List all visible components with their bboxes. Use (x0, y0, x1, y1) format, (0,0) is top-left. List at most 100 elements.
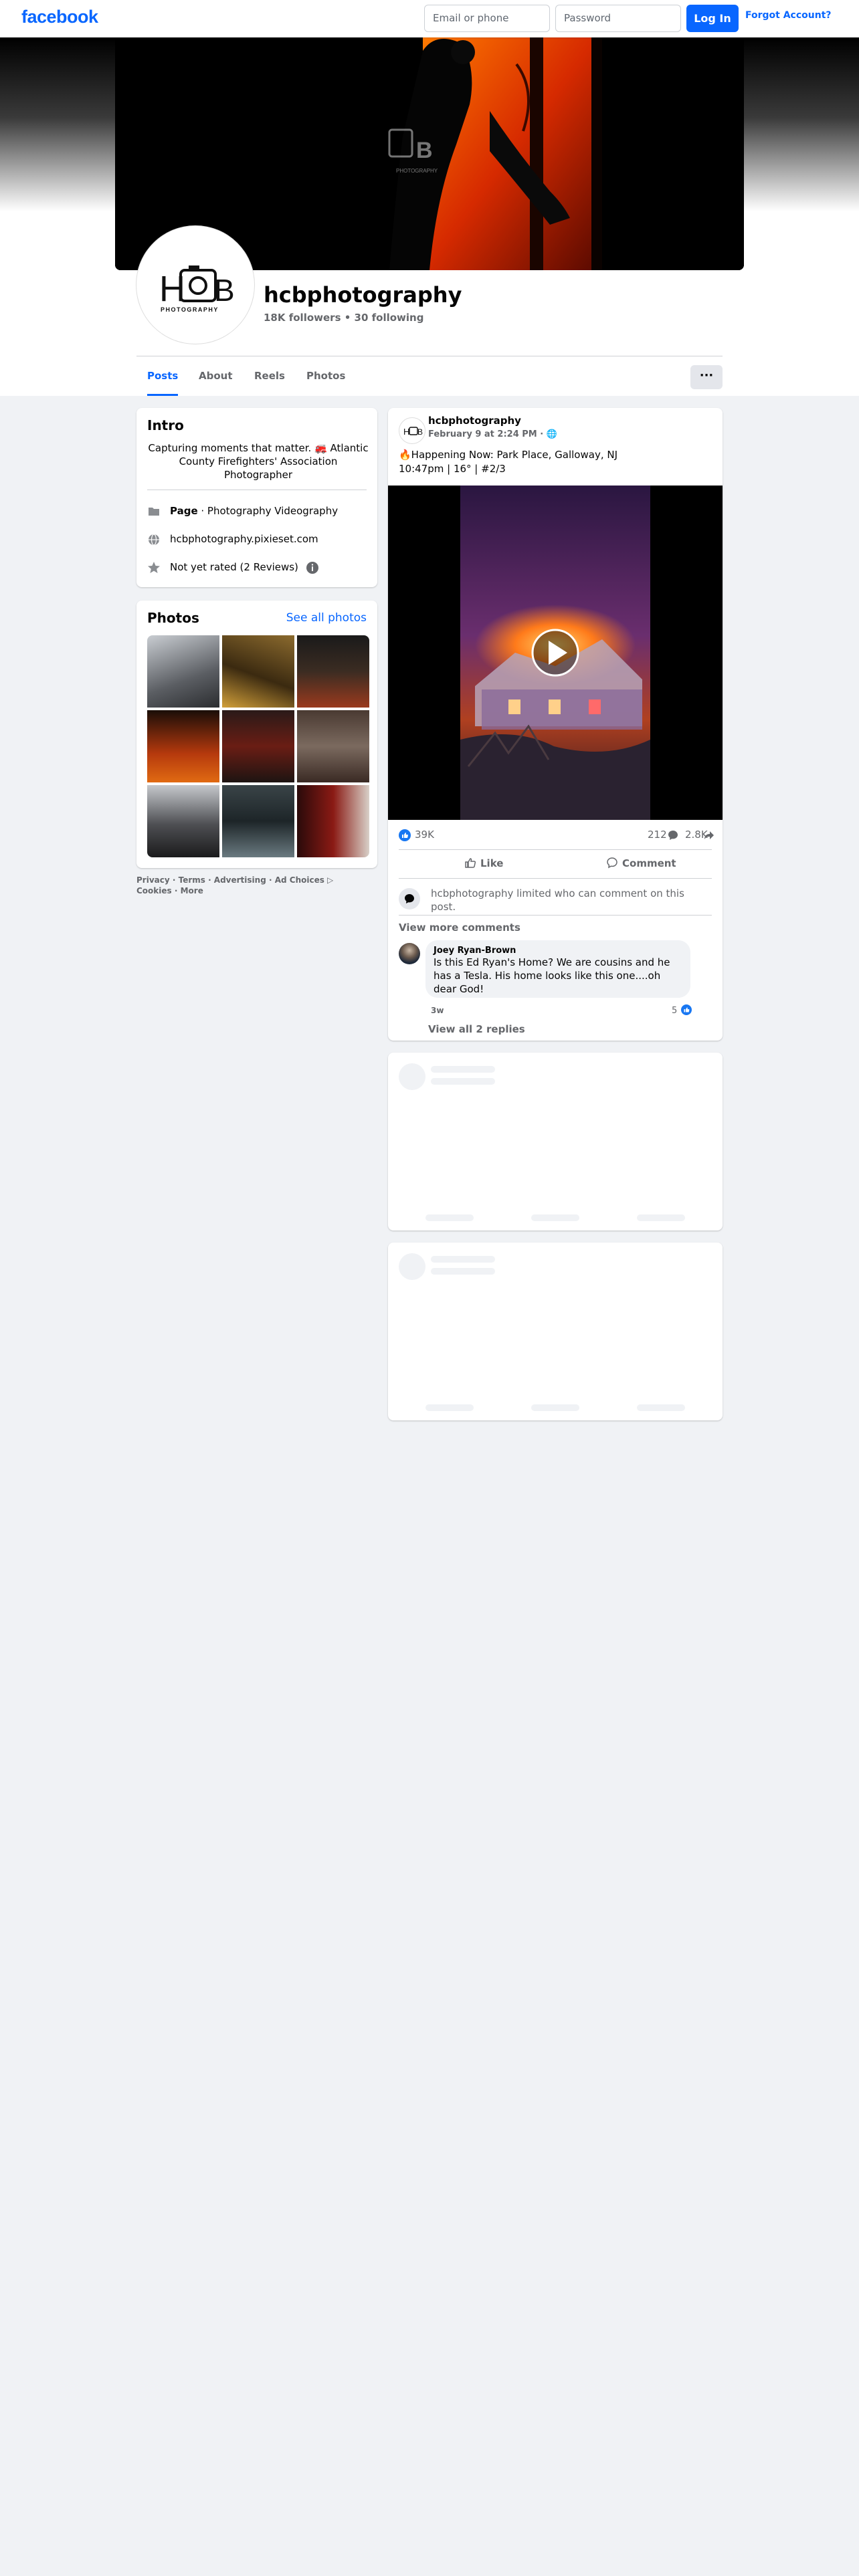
tab-posts[interactable]: Posts (147, 358, 179, 396)
skeleton-line (431, 1268, 495, 1275)
comment-count[interactable]: 212 (648, 829, 667, 841)
skeleton-action (637, 1214, 685, 1221)
photo-thumbnail[interactable] (297, 635, 369, 708)
profile-stats[interactable]: 18K followers • 30 following (264, 312, 423, 324)
tab-reels[interactable]: Reels (254, 358, 285, 396)
post-card: HB hcbphotography February 9 at 2:24 PM … (388, 408, 723, 1041)
photo-thumbnail[interactable] (147, 785, 219, 857)
intro-website-row[interactable]: hcbphotography.pixieset.com (147, 531, 318, 547)
comment-count-icon (668, 831, 678, 840)
comment-like-icon (681, 1004, 692, 1015)
post-line-2: 10:47pm | 16° | #2/3 (399, 463, 506, 475)
thumbs-up-icon (465, 858, 476, 868)
info-icon[interactable] (306, 561, 319, 574)
svg-text:H: H (403, 427, 409, 437)
password-field[interactable]: Password (555, 5, 681, 32)
star-icon (148, 561, 160, 573)
globe-icon (149, 533, 159, 546)
skeleton-action (637, 1404, 685, 1411)
view-more-comments-link[interactable]: View more comments (399, 922, 520, 934)
intro-rating-row: Not yet rated (2 Reviews) (147, 559, 319, 575)
page-label: Page (170, 505, 198, 517)
limited-comments-text: hcbphotography limited who can comment o… (431, 887, 684, 913)
skeleton-avatar (399, 1063, 425, 1090)
like-button[interactable]: Like (464, 857, 503, 869)
intro-bio: Capturing moments that matter. 🚒 Atlanti… (148, 442, 369, 481)
rating-text: Not yet rated (2 Reviews) (170, 561, 298, 573)
loading-post-card (388, 1243, 723, 1420)
footer-line-2[interactable]: Cookies · More (136, 885, 364, 896)
photos-card: Photos See all photos (136, 601, 377, 868)
logo-text: PHOTOGRAPHY (161, 306, 219, 313)
comment-text: Is this Ed Ryan's Home? We are cousins a… (434, 956, 670, 995)
post-stats: 39K 212 2.8K (399, 828, 714, 844)
forgot-account-link[interactable]: Forgot Account? (745, 10, 832, 21)
intro-card: Intro Capturing moments that matter. 🚒 A… (136, 408, 377, 587)
comment-bubble-icon (405, 894, 414, 903)
comment-like-count: 5 (672, 1004, 692, 1016)
svg-text:PHOTOGRAPHY: PHOTOGRAPHY (396, 168, 438, 174)
tab-photos[interactable]: Photos (306, 358, 345, 396)
commenter-avatar[interactable] (399, 943, 420, 964)
limited-comments-badge (399, 888, 420, 909)
see-all-photos-link[interactable]: See all photos (286, 611, 367, 625)
photos-title: Photos (147, 610, 199, 626)
comment-label: Comment (622, 857, 676, 869)
page-category: · Photography Videography (197, 505, 339, 517)
skeleton-action (531, 1404, 579, 1411)
footer-links: Privacy · Terms · Advertising · Ad Choic… (136, 875, 364, 896)
skeleton-action (531, 1214, 579, 1221)
facebook-logo[interactable]: facebook (21, 7, 98, 27)
photo-thumbnail[interactable] (147, 710, 219, 782)
login-button[interactable]: Log In (686, 5, 739, 32)
svg-text:B: B (416, 138, 433, 163)
post-timestamp[interactable]: February 9 at 2:24 PM · 🌐 (428, 429, 557, 439)
comment-bubble: Joey Ryan-Brown Is this Ed Ryan's Home? … (425, 940, 690, 998)
photos-grid (147, 635, 369, 857)
post-text: 🔥Happening Now: Park Place, Galloway, NJ… (399, 448, 617, 476)
photo-thumbnail[interactable] (297, 710, 369, 782)
photo-thumbnail[interactable] (222, 785, 294, 857)
footer-line-1[interactable]: Privacy · Terms · Advertising · Ad Choic… (136, 875, 364, 885)
folder-icon (149, 507, 159, 516)
email-field[interactable]: Email or phone (424, 5, 550, 32)
post-actions: Like Comment (399, 849, 712, 879)
website-link[interactable]: hcbphotography.pixieset.com (170, 533, 318, 545)
intro-title: Intro (147, 417, 184, 433)
more-options-button[interactable]: ··· (690, 365, 723, 389)
svg-text:B: B (417, 427, 423, 437)
post-video[interactable] (388, 486, 723, 820)
commenter-name[interactable]: Joey Ryan-Brown (434, 946, 682, 956)
skeleton-avatar (399, 1253, 425, 1280)
photo-thumbnail[interactable] (222, 710, 294, 782)
skeleton-action (425, 1214, 474, 1221)
reaction-count[interactable]: 39K (415, 829, 434, 841)
view-replies-link[interactable]: View all 2 replies (428, 1023, 525, 1035)
video-frame (388, 486, 723, 820)
post-line-1: 🔥Happening Now: Park Place, Galloway, NJ (399, 449, 618, 461)
photo-thumbnail[interactable] (297, 785, 369, 857)
photo-thumbnail[interactable] (147, 635, 219, 708)
profile-avatar[interactable]: H B PHOTOGRAPHY (136, 226, 254, 344)
post-author-avatar[interactable]: HB (399, 417, 425, 444)
tab-about[interactable]: About (199, 358, 233, 396)
top-bar: facebook Email or phone Password Log In … (0, 0, 859, 37)
photo-thumbnail[interactable] (222, 635, 294, 708)
intro-page-row: Page · Photography Videography (147, 503, 338, 519)
like-label: Like (480, 857, 504, 869)
skeleton-line (431, 1066, 495, 1073)
skeleton-line (431, 1078, 495, 1085)
profile-name: hcbphotography (264, 282, 462, 308)
comment-time[interactable]: 3w (431, 1006, 444, 1015)
comment-button[interactable]: Comment (606, 857, 676, 869)
skeleton-line (431, 1256, 495, 1263)
post-author-name[interactable]: hcbphotography (428, 415, 521, 427)
hcb-logo-small: HB (403, 427, 423, 437)
svg-text:B: B (214, 273, 235, 308)
skeleton-action (425, 1404, 474, 1411)
comment-icon (607, 857, 617, 869)
comments-divider (399, 915, 712, 916)
like-reaction-icon[interactable] (399, 829, 411, 841)
hcb-logo: H B PHOTOGRAPHY (139, 229, 252, 341)
share-count-icon (704, 831, 714, 839)
